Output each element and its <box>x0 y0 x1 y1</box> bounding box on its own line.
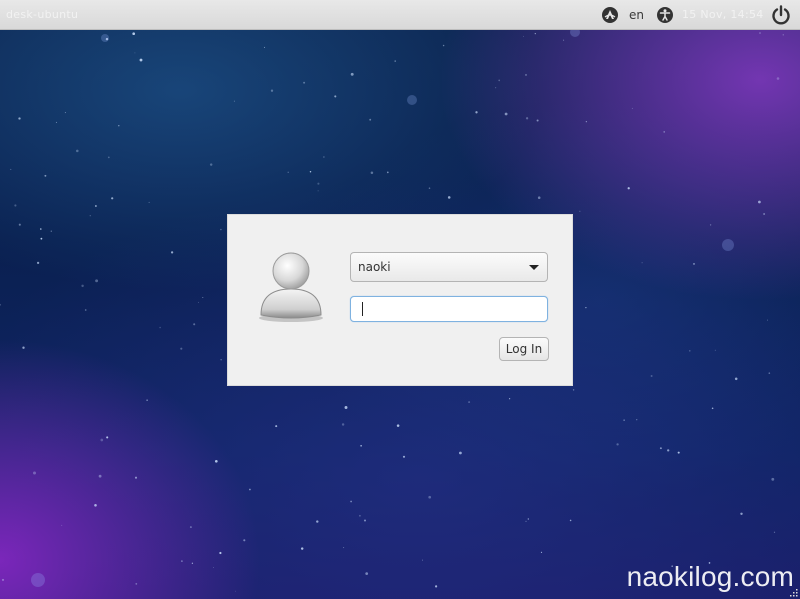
selected-user-label: naoki <box>358 260 391 274</box>
accessibility-icon[interactable] <box>656 6 674 24</box>
language-indicator[interactable]: en <box>629 8 644 22</box>
login-screen: desk-ubuntu en 15 Nov, 14:54 naoki Log I… <box>0 0 800 599</box>
power-icon[interactable] <box>770 4 792 26</box>
hostname-label: desk-ubuntu <box>6 8 79 21</box>
resize-grip-icon <box>790 589 798 597</box>
top-panel: desk-ubuntu en 15 Nov, 14:54 <box>0 0 800 30</box>
clock-label: 15 Nov, 14:54 <box>682 8 764 21</box>
watermark-text: naokilog.com <box>626 561 794 592</box>
chevron-down-icon[interactable] <box>529 265 539 270</box>
login-dialog: naoki Log In <box>227 214 573 386</box>
text-cursor <box>362 302 363 316</box>
user-avatar-icon <box>259 252 323 322</box>
password-field[interactable] <box>350 296 548 322</box>
login-button[interactable]: Log In <box>499 337 549 361</box>
session-icon[interactable] <box>601 6 619 24</box>
user-select-dropdown[interactable]: naoki <box>350 252 548 282</box>
